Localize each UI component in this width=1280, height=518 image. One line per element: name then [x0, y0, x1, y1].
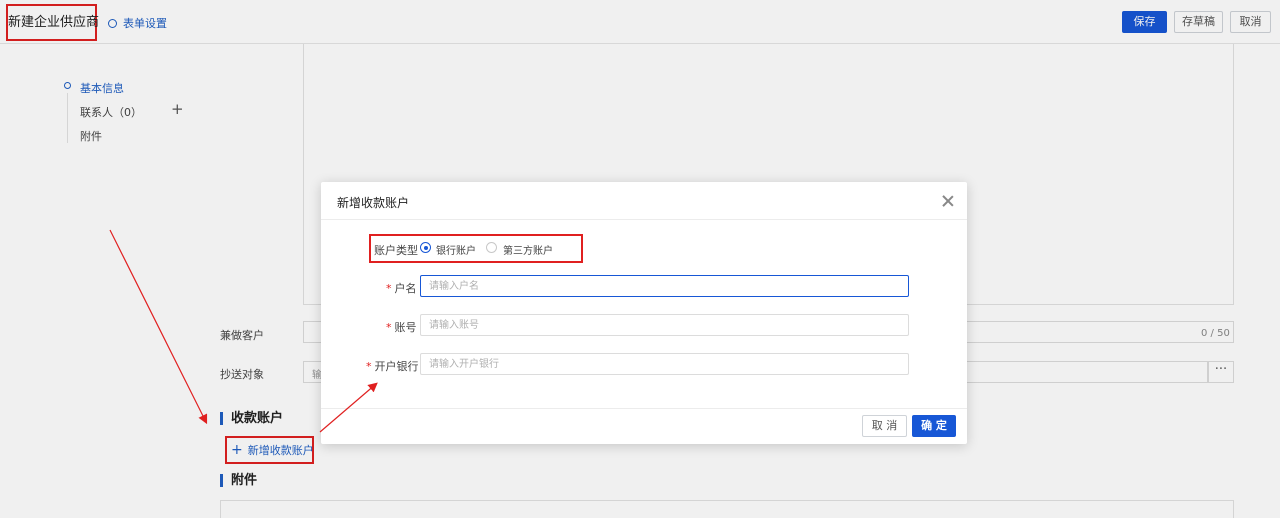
- bank-label: * 开户银行: [366, 360, 419, 373]
- account-name-input[interactable]: [420, 275, 909, 297]
- radio-bank-account[interactable]: [420, 242, 431, 253]
- modal-ok-button[interactable]: 确 定: [912, 415, 956, 437]
- radio-bank-account-label[interactable]: 银行账户: [436, 242, 476, 257]
- close-icon[interactable]: [941, 194, 955, 208]
- account-no-input[interactable]: [420, 314, 909, 336]
- add-account-modal: 新增收款账户 账户类型 银行账户 第三方账户 *户名 *账号 *开户银行 取 消…: [321, 182, 967, 444]
- radio-third-party-account-label[interactable]: 第三方账户: [503, 242, 553, 257]
- account-type-label: 账户类型: [374, 244, 418, 257]
- modal-cancel-button[interactable]: 取 消: [862, 415, 907, 437]
- modal-footer-divider: [321, 408, 967, 409]
- account-no-label: * 账号: [386, 321, 417, 334]
- bank-input[interactable]: [420, 353, 909, 375]
- account-name-label: * 户名: [386, 282, 417, 295]
- modal-title: 新增收款账户: [337, 196, 410, 210]
- modal-header: 新增收款账户: [321, 182, 967, 220]
- radio-third-party-account[interactable]: [486, 242, 497, 253]
